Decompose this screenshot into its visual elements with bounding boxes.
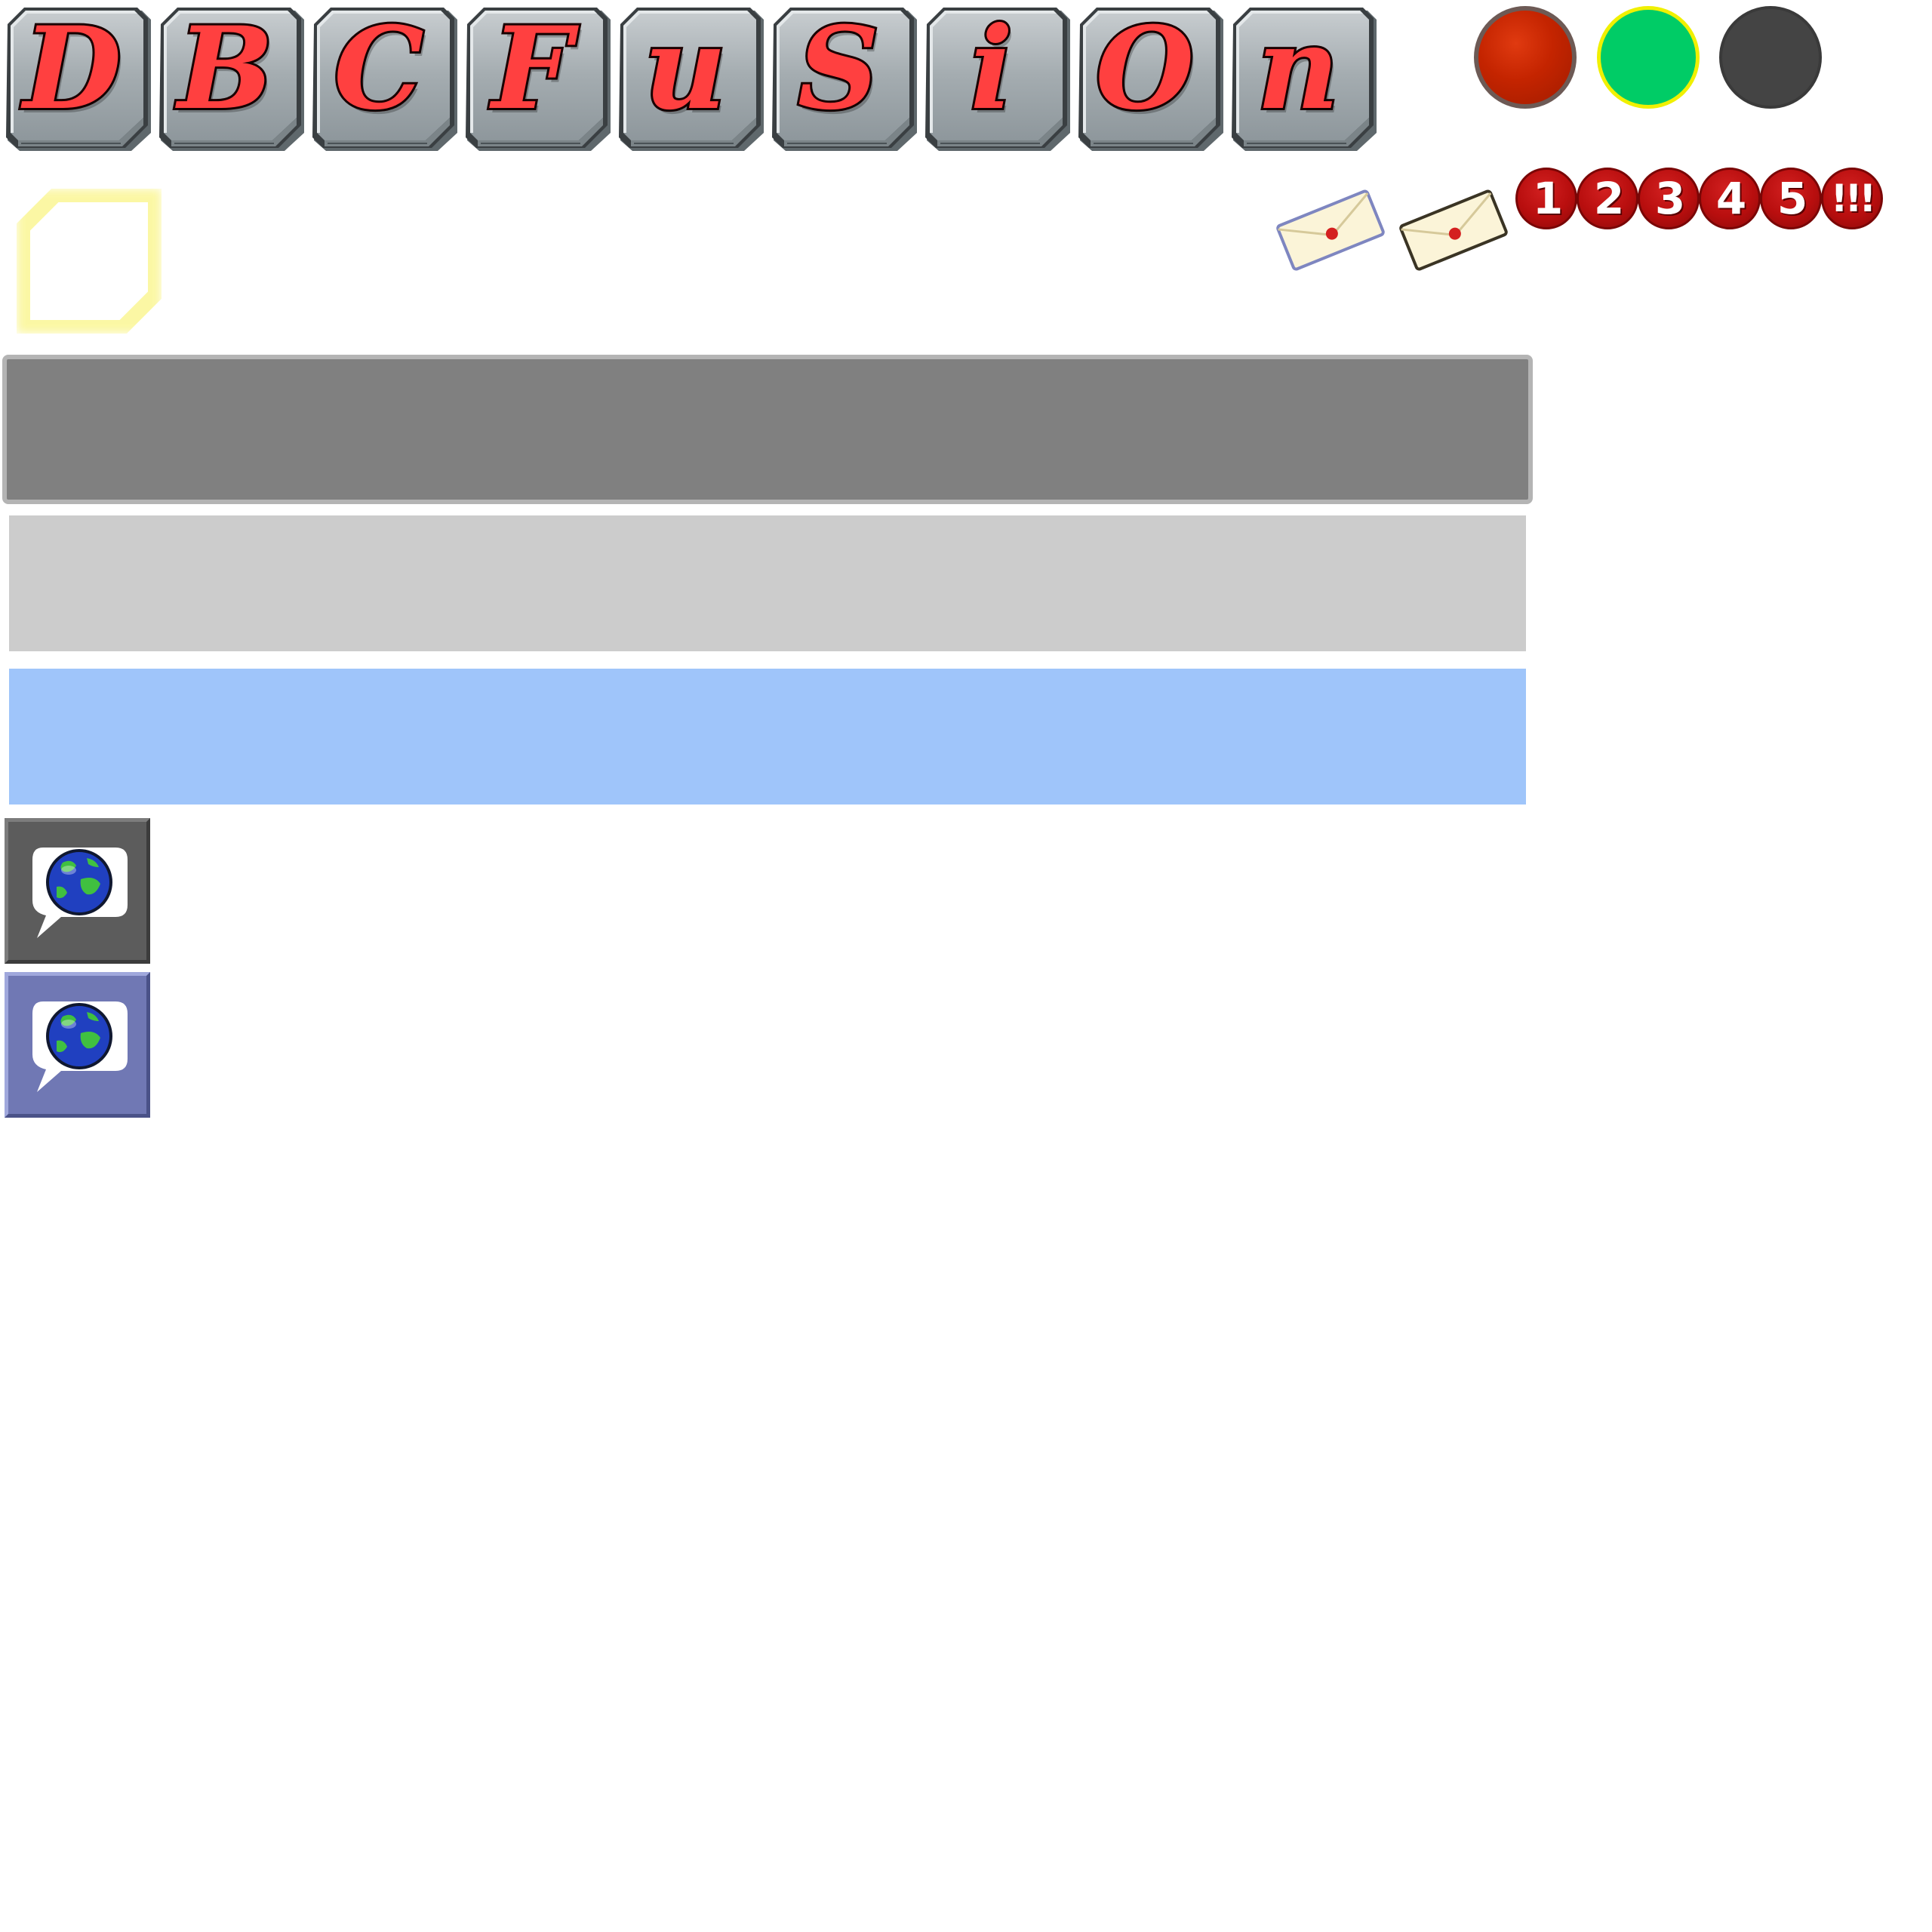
title-letter: F [490,2,575,135]
title-tile: D [5,5,152,152]
envelope-icon[interactable] [1270,181,1391,279]
title-letter: B [176,2,276,135]
badge-alert[interactable]: !!! [1821,168,1883,229]
chat-globe-icon [32,1001,128,1092]
header-bar-dark [2,355,1533,504]
badge-5[interactable]: 5 [1760,168,1822,229]
content-bar-blue [9,669,1526,804]
envelope-icon[interactable] [1393,181,1514,279]
badge-2[interactable]: 2 [1577,168,1638,229]
title-letter: C [331,2,426,135]
status-light-green[interactable] [1597,6,1700,109]
title-logo: D B C F u S i O n [5,5,1378,155]
status-light-red[interactable] [1474,6,1577,109]
title-letter: u [641,2,728,135]
content-bar-light [9,515,1526,651]
title-tile: u [617,5,765,152]
title-letter: i [968,2,1016,135]
badge-1[interactable]: 1 [1515,168,1577,229]
avatar-frame[interactable] [30,202,148,320]
badge-4[interactable]: 4 [1699,168,1761,229]
title-tile: S [771,5,918,152]
title-tile: B [158,5,306,152]
title-letter: D [21,2,124,135]
title-letter: O [1094,2,1197,135]
title-tile: O [1077,5,1225,152]
title-tile: n [1230,5,1378,152]
title-tile: i [924,5,1072,152]
status-light-dark[interactable] [1719,6,1822,109]
chat-globe-icon [32,848,128,938]
chat-globe-button-active[interactable] [5,972,150,1118]
title-tile: F [464,5,612,152]
title-letter: n [1254,2,1341,135]
badge-3[interactable]: 3 [1638,168,1700,229]
title-letter: S [795,2,881,135]
title-tile: C [311,5,459,152]
chat-globe-button[interactable] [5,818,150,964]
